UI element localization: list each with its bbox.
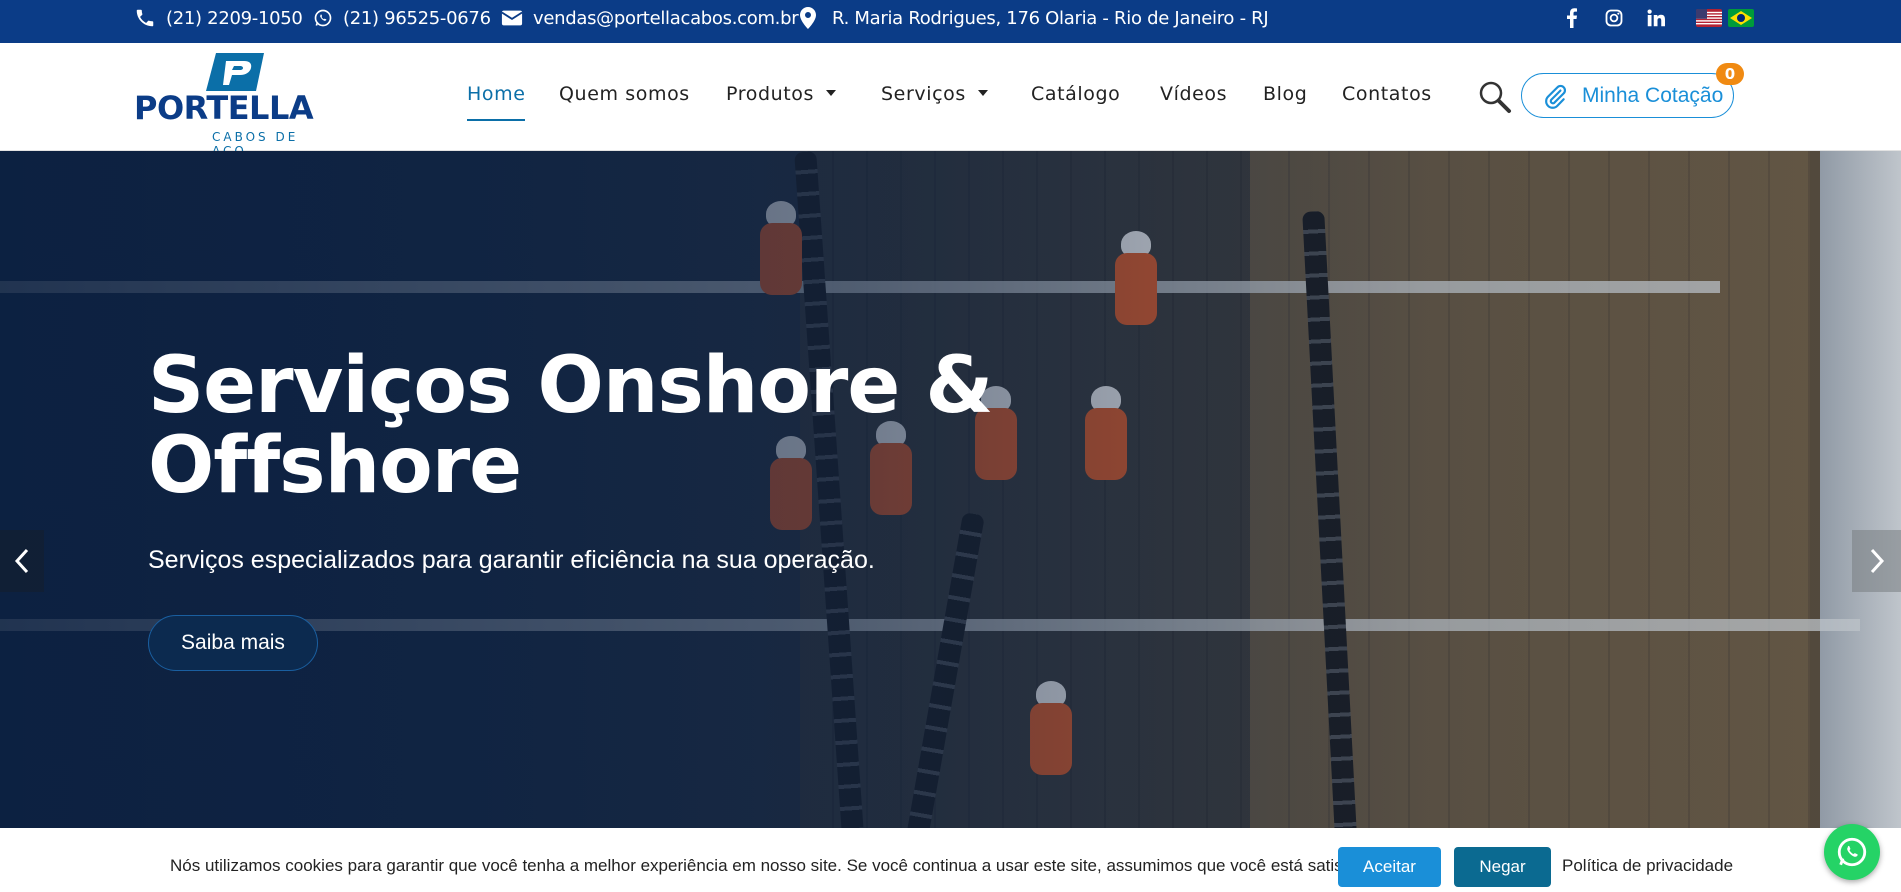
- linkedin-icon: [1647, 9, 1665, 27]
- nav-produtos[interactable]: Produtos: [726, 83, 837, 105]
- hero-title: Serviços Onshore & Offshore: [148, 341, 993, 511]
- whatsapp-float-button[interactable]: [1824, 824, 1880, 880]
- slider-prev-button[interactable]: [0, 530, 44, 592]
- top-contact-bar: (21) 2209-1050 (21) 96525-0676 vendas@po…: [0, 0, 1901, 43]
- hero-slider: Serviços Onshore & Offshore Serviços esp…: [0, 151, 1901, 892]
- phone-number: (21) 2209-1050: [166, 7, 303, 29]
- nav-contatos[interactable]: Contatos: [1342, 83, 1432, 105]
- search-button[interactable]: [1478, 80, 1512, 119]
- mail-icon: [501, 10, 523, 26]
- logo-wordmark: PORTELLA: [134, 89, 314, 127]
- main-header: PORTELLA CABOS DE AÇO Home Quem somos Pr…: [0, 43, 1901, 158]
- cookie-message: Nós utilizamos cookies para garantir que…: [170, 856, 1380, 875]
- active-nav-indicator: [467, 119, 525, 121]
- slider-next-button[interactable]: [1852, 530, 1901, 592]
- hero-dark-overlay: [0, 151, 1901, 892]
- phone-icon: [136, 9, 154, 27]
- chevron-left-icon: [14, 548, 29, 574]
- facebook-link[interactable]: [1564, 0, 1580, 36]
- portella-logo-mark-icon: [206, 53, 264, 91]
- phone-contact[interactable]: (21) 2209-1050: [134, 0, 303, 36]
- email-address: vendas@portellacabos.com.br: [533, 7, 799, 29]
- nav-servicos[interactable]: Serviços: [881, 83, 988, 105]
- nav-catalogo[interactable]: Catálogo: [1031, 83, 1120, 105]
- privacy-policy-link[interactable]: Política de privacidade: [1562, 856, 1733, 876]
- nav-blog[interactable]: Blog: [1263, 83, 1307, 105]
- address-text: R. Maria Rodrigues, 176 Olaria - Rio de …: [832, 7, 1269, 29]
- caret-down-icon: [826, 89, 837, 96]
- address-contact[interactable]: R. Maria Rodrigues, 176 Olaria - Rio de …: [800, 0, 1269, 36]
- cookie-deny-button[interactable]: Negar: [1454, 847, 1551, 887]
- nav-home[interactable]: Home: [467, 83, 526, 105]
- whatsapp-contact[interactable]: (21) 96525-0676: [313, 0, 491, 36]
- search-icon: [1479, 81, 1511, 113]
- portella-logo[interactable]: PORTELLA CABOS DE AÇO: [134, 53, 334, 158]
- cookie-consent-bar: Nós utilizamos cookies para garantir que…: [0, 828, 1901, 892]
- chevron-right-icon: [1870, 548, 1884, 574]
- nav-produtos-label: Produtos: [726, 83, 815, 105]
- minha-cotacao-label: Minha Cotação: [1582, 83, 1724, 107]
- paperclip-icon: [1545, 84, 1567, 109]
- hero-subtitle: Serviços especializados para garantir ef…: [148, 546, 875, 574]
- facebook-icon: [1567, 8, 1577, 28]
- instagram-icon: [1605, 9, 1623, 27]
- nav-quem-somos[interactable]: Quem somos: [559, 83, 690, 105]
- whatsapp-number: (21) 96525-0676: [343, 7, 491, 29]
- caret-down-icon: [977, 89, 988, 96]
- brazil-flag-icon[interactable]: [1728, 9, 1754, 27]
- location-pin-icon: [800, 7, 816, 29]
- saiba-mais-button[interactable]: Saiba mais: [148, 615, 318, 671]
- cookie-accept-button[interactable]: Aceitar: [1338, 847, 1441, 887]
- linkedin-link[interactable]: [1647, 0, 1665, 36]
- instagram-link[interactable]: [1605, 0, 1623, 36]
- email-contact[interactable]: vendas@portellacabos.com.br: [501, 0, 799, 36]
- whatsapp-icon: [1837, 837, 1867, 867]
- whatsapp-icon: [314, 9, 332, 27]
- minha-cotacao-button[interactable]: Minha Cotação: [1521, 73, 1734, 118]
- cotacao-count-badge: 0: [1716, 63, 1744, 85]
- nav-videos[interactable]: Vídeos: [1160, 83, 1227, 105]
- nav-servicos-label: Serviços: [881, 83, 966, 105]
- us-flag-icon[interactable]: [1696, 9, 1722, 27]
